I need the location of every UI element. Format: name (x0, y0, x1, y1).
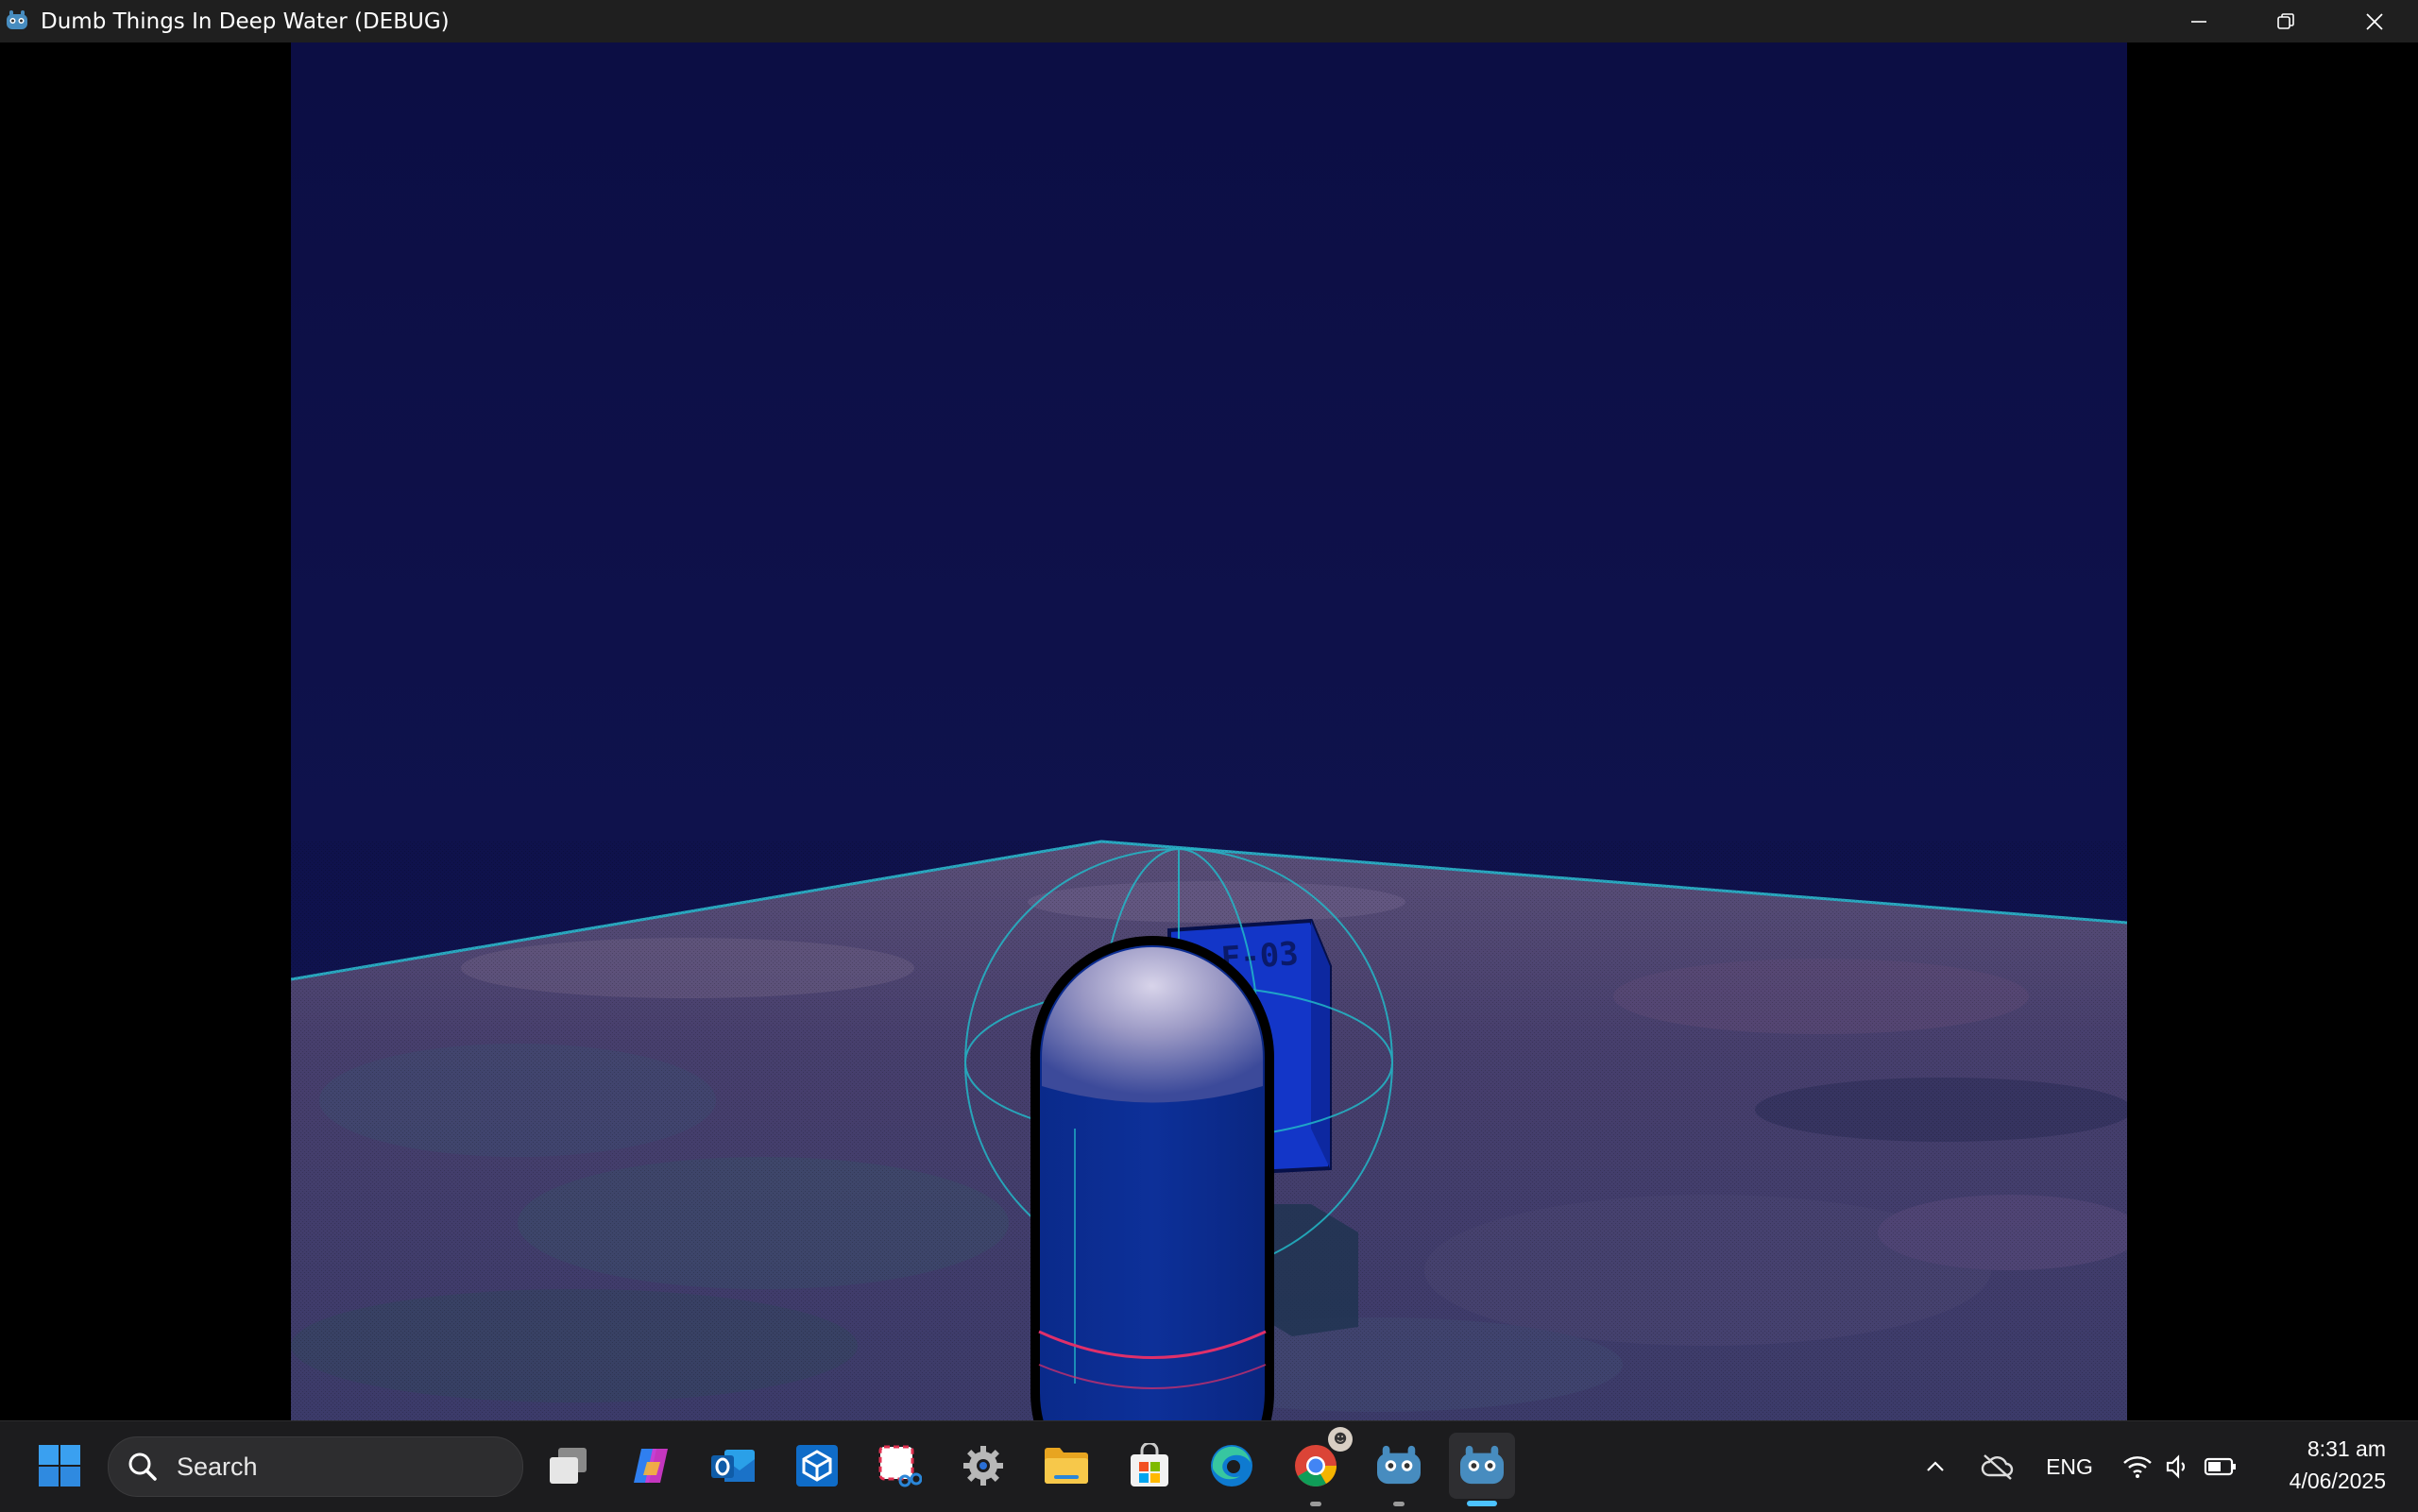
battery-icon (2205, 1457, 2237, 1476)
wifi-icon (2122, 1456, 2152, 1478)
close-icon (2366, 12, 2383, 30)
settings-button[interactable] (950, 1433, 1016, 1499)
quick-settings-button[interactable] (2116, 1438, 2244, 1495)
window-title: Dumb Things In Deep Water (DEBUG) (41, 9, 450, 34)
search-box[interactable]: Search (108, 1436, 523, 1497)
game-viewport[interactable]: F-03 (291, 42, 2127, 1420)
godot-icon (1460, 1445, 1504, 1485)
clock[interactable]: 8:31 am 4/06/2025 (2254, 1433, 2386, 1497)
player-capsule[interactable] (1030, 936, 1274, 1420)
restore-icon (2277, 12, 2294, 29)
edge-button[interactable] (1199, 1433, 1265, 1499)
running-indicator (1393, 1502, 1405, 1506)
title-bar[interactable]: Dumb Things In Deep Water (DEBUG) (0, 0, 2418, 42)
snipping-tool-icon (878, 1445, 922, 1487)
volume-icon (2166, 1454, 2185, 1479)
package-app-button[interactable] (784, 1433, 850, 1499)
taskbar: Search ☻ ENG 8:31 am 4/06/2025 (0, 1420, 2418, 1512)
godot-icon (1377, 1445, 1421, 1485)
godot-game-button[interactable] (1449, 1433, 1515, 1506)
game-scene[interactable]: F-03 (291, 42, 2127, 1420)
microsoft-store-button[interactable] (1116, 1433, 1183, 1499)
minimize-icon (2191, 20, 2206, 23)
folder-icon (1045, 1448, 1088, 1484)
store-icon (1131, 1443, 1168, 1487)
copilot-icon (634, 1449, 668, 1483)
show-hidden-icons-button[interactable] (1914, 1438, 1957, 1495)
start-button[interactable] (26, 1433, 93, 1499)
file-explorer-button[interactable] (1033, 1433, 1099, 1499)
game-window-content[interactable]: F-03 (0, 42, 2418, 1420)
chrome-button[interactable]: ☻ (1283, 1427, 1353, 1506)
clock-date: 4/06/2025 (2289, 1469, 2386, 1493)
edge-icon (1211, 1445, 1252, 1487)
gear-icon (963, 1446, 1003, 1486)
minimize-button[interactable] (2155, 0, 2242, 42)
restore-button[interactable] (2242, 0, 2329, 42)
godot-icon (7, 10, 27, 29)
outlook-icon (711, 1450, 755, 1482)
outlook-button[interactable] (700, 1433, 766, 1499)
package-app-icon (796, 1445, 838, 1487)
snipping-tool-button[interactable] (866, 1433, 932, 1499)
onedrive-status[interactable] (1974, 1438, 2021, 1495)
task-view-button[interactable] (536, 1433, 602, 1499)
active-indicator (1467, 1501, 1497, 1506)
profile-badge: ☻ (1328, 1427, 1353, 1452)
chevron-up-icon (1927, 1461, 1944, 1471)
search-icon (128, 1453, 157, 1481)
cloud-off-icon (1981, 1454, 2014, 1480)
clock-time: 8:31 am (2307, 1436, 2386, 1461)
windows-start-icon (39, 1445, 80, 1487)
running-indicator (1310, 1502, 1321, 1506)
copilot-button[interactable] (618, 1433, 684, 1499)
task-view-icon (550, 1448, 587, 1484)
godot-editor-button[interactable] (1366, 1433, 1432, 1506)
search-placeholder: Search (177, 1453, 258, 1481)
language-indicator[interactable]: ENG (2036, 1438, 2103, 1495)
close-button[interactable] (2331, 0, 2418, 42)
